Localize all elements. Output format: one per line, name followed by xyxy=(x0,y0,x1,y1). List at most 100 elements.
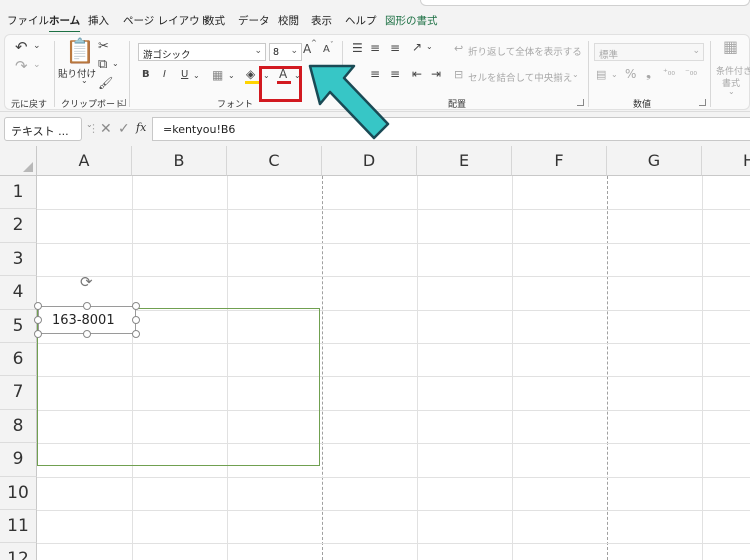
column-header-c[interactable]: C xyxy=(227,146,322,176)
row-header-9[interactable]: 9 xyxy=(0,443,37,477)
paste-label[interactable]: 貼り付け xyxy=(58,66,96,80)
grid-column-line xyxy=(702,176,703,560)
cut-icon[interactable]: ✂ xyxy=(98,40,109,53)
alignment-dialog-launcher-icon[interactable] xyxy=(577,99,584,106)
column-header-b[interactable]: B xyxy=(132,146,227,176)
font-size-select[interactable]: 8 ⌄ xyxy=(269,43,302,61)
cancel-icon[interactable]: ✕ xyxy=(100,121,112,137)
ribbon-tab-bar: ファイル ホーム 挿入 ページ レイアウト 数式 データ 校閲 表示 ヘルプ 図… xyxy=(0,0,750,33)
resize-handle[interactable] xyxy=(132,302,140,310)
percent-icon[interactable]: % xyxy=(625,68,636,80)
row-header-10[interactable]: 10 xyxy=(0,476,37,510)
decrease-indent-icon[interactable]: ⇤ xyxy=(412,68,422,80)
bold-button[interactable]: B xyxy=(142,70,150,80)
column-header-a[interactable]: A xyxy=(37,146,132,176)
undo-group-label: 元に戻す xyxy=(11,100,48,110)
font-name-select[interactable]: 游ゴシック ⌄ xyxy=(138,43,266,61)
enter-check-icon[interactable]: ✓ xyxy=(118,121,130,137)
number-dialog-launcher-icon[interactable] xyxy=(699,99,706,106)
row-header-4[interactable]: 4 xyxy=(0,276,37,310)
borders-icon[interactable]: ▦ xyxy=(212,69,223,81)
copy-icon[interactable]: ⧉ xyxy=(98,58,107,71)
increase-indent-icon[interactable]: ⇥ xyxy=(431,68,441,80)
tab-insert[interactable]: 挿入 xyxy=(88,13,109,28)
row-header-3[interactable]: 3 xyxy=(0,242,37,277)
group-separator xyxy=(588,41,589,107)
orientation-icon[interactable]: ↗ xyxy=(412,41,422,53)
paste-dropdown-icon[interactable]: ⌄ xyxy=(81,77,88,85)
fill-color-swatch xyxy=(245,81,259,84)
search-box[interactable] xyxy=(420,0,750,6)
resize-handle[interactable] xyxy=(34,330,42,338)
merge-center-button[interactable]: セルを結合して中央揃え xyxy=(468,70,572,84)
accounting-format-icon[interactable]: ▤ xyxy=(596,69,606,80)
underline-dropdown-icon[interactable]: ⌄ xyxy=(193,72,200,80)
row-header-12[interactable]: 12 xyxy=(0,543,37,560)
row-header-1[interactable]: 1 xyxy=(0,176,37,210)
redo-dropdown-icon[interactable]: ⌄ xyxy=(33,61,41,70)
merge-center-icon[interactable]: ⊟ xyxy=(454,69,463,80)
comma-style-icon[interactable]: ❟ xyxy=(646,67,651,80)
tab-home[interactable]: ホーム xyxy=(49,13,81,33)
column-header-d[interactable]: D xyxy=(322,146,417,176)
clipboard-dialog-launcher-icon[interactable] xyxy=(119,99,126,106)
row-header-7[interactable]: 7 xyxy=(0,376,37,410)
increase-font-caret-icon: ^ xyxy=(311,39,317,47)
more-options-icon: ⋮ xyxy=(88,122,99,135)
resize-handle[interactable] xyxy=(34,302,42,310)
grid-row-line xyxy=(37,242,750,244)
resize-handle[interactable] xyxy=(83,330,91,338)
column-header-h[interactable]: H xyxy=(702,146,750,176)
resize-handle[interactable] xyxy=(34,316,42,324)
tab-data[interactable]: データ xyxy=(238,13,270,28)
formula-input[interactable]: =kentyou!B6 xyxy=(152,117,750,141)
borders-dropdown-icon[interactable]: ⌄ xyxy=(228,72,235,80)
merge-dropdown-icon[interactable]: ⌄ xyxy=(572,71,579,79)
conditional-formatting-icon[interactable]: ▦ xyxy=(723,39,738,55)
grid-row-line xyxy=(37,209,750,211)
copy-dropdown-icon[interactable]: ⌄ xyxy=(112,60,119,68)
resize-handle[interactable] xyxy=(132,316,140,324)
wrap-text-button[interactable]: 折り返して全体を表示する xyxy=(468,44,582,58)
resize-handle[interactable] xyxy=(83,302,91,310)
redo-icon[interactable]: ↷ xyxy=(15,59,28,74)
column-header-f[interactable]: F xyxy=(512,146,607,176)
alignment-group-label: 配置 xyxy=(448,100,467,110)
insert-function-button[interactable]: fx xyxy=(136,121,146,134)
row-header-5[interactable]: 5 xyxy=(0,309,37,343)
underline-button[interactable]: U xyxy=(181,70,188,80)
accounting-dropdown-icon[interactable]: ⌄ xyxy=(611,71,618,79)
row-header-11[interactable]: 11 xyxy=(0,510,37,544)
number-format-select[interactable]: 標準 ⌄ xyxy=(594,43,704,61)
tab-help[interactable]: ヘルプ xyxy=(345,13,377,28)
conditional-formatting-dropdown-icon[interactable]: ⌄ xyxy=(728,88,735,96)
tab-review[interactable]: 校閲 xyxy=(278,13,299,28)
resize-handle[interactable] xyxy=(132,330,140,338)
tab-formulas[interactable]: 数式 xyxy=(204,13,225,28)
tab-file[interactable]: ファイル xyxy=(7,13,49,28)
name-box[interactable]: テキスト ... xyxy=(4,117,82,141)
spreadsheet-grid[interactable]: A B C D E F G H 1 2 3 4 5 6 7 8 9 10 11 12 163-8001 ⟳ xyxy=(0,146,750,560)
tab-shape-format[interactable]: 図形の書式 xyxy=(385,13,438,28)
column-header-g[interactable]: G xyxy=(607,146,702,176)
tab-page-layout[interactable]: ページ レイアウト xyxy=(123,13,210,28)
column-header-e[interactable]: E xyxy=(417,146,512,176)
row-header-2[interactable]: 2 xyxy=(0,209,37,243)
text-box-value: 163-8001 xyxy=(52,313,115,328)
increase-decimal-icon[interactable]: ⁺₀₀ xyxy=(663,69,675,78)
select-all-corner[interactable] xyxy=(0,146,37,176)
rotate-handle-icon[interactable]: ⟳ xyxy=(80,273,93,291)
row-header-6[interactable]: 6 xyxy=(0,343,37,377)
paste-icon[interactable]: 📋 xyxy=(65,39,95,63)
fill-color-icon[interactable]: ◈ xyxy=(246,68,255,80)
decrease-decimal-icon[interactable]: ⁻₀₀ xyxy=(685,69,697,78)
row-header-8[interactable]: 8 xyxy=(0,409,37,444)
undo-dropdown-icon[interactable]: ⌄ xyxy=(33,42,41,51)
wrap-text-icon[interactable]: ↩ xyxy=(454,43,463,54)
tab-view[interactable]: 表示 xyxy=(311,13,332,28)
orientation-dropdown-icon[interactable]: ⌄ xyxy=(426,43,433,51)
undo-icon[interactable]: ↶ xyxy=(15,40,28,55)
format-painter-icon[interactable]: 🖌 xyxy=(98,77,113,89)
italic-button[interactable]: I xyxy=(163,70,166,80)
number-format-value: 標準 xyxy=(599,50,619,61)
